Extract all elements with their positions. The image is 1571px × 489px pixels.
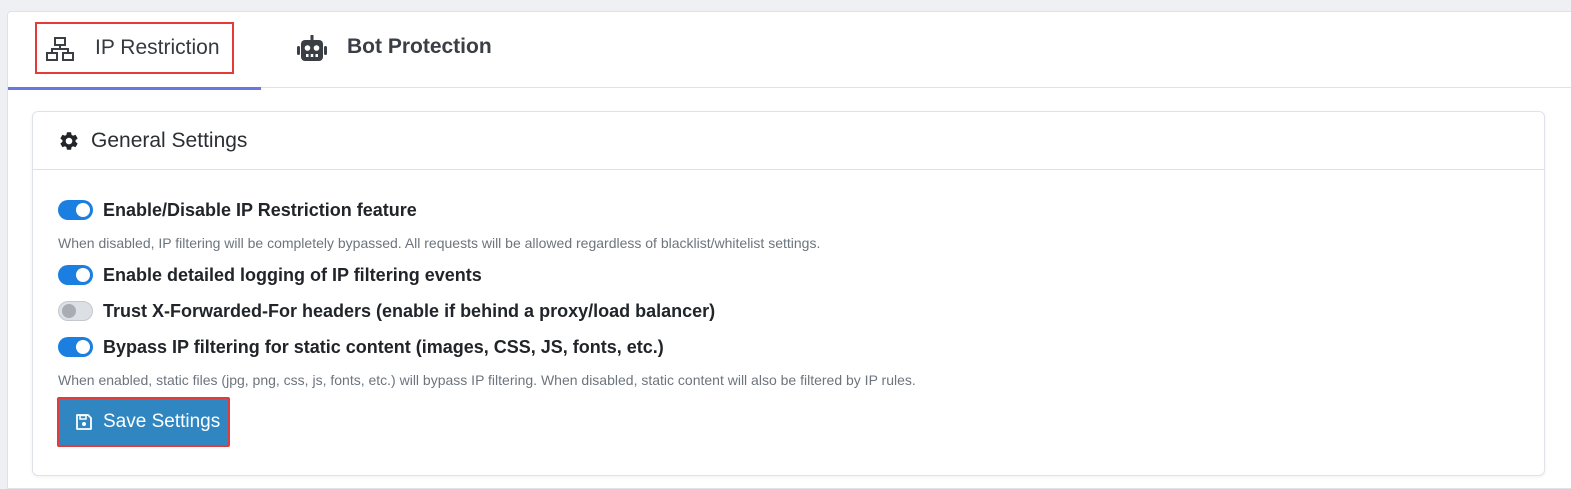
tab-bar: IP Restriction Bot Protection xyxy=(8,12,1571,90)
setting-enable-ip-restriction: Enable/Disable IP Restriction feature xyxy=(58,198,417,222)
setting-label: Enable/Disable IP Restriction feature xyxy=(103,199,417,220)
gear-icon xyxy=(58,130,80,157)
tab-ip-restriction-label: IP Restriction xyxy=(95,36,220,59)
setting-label: Bypass IP filtering for static content (… xyxy=(103,336,664,357)
setting-trust-x-forwarded-for: Trust X-Forwarded-For headers (enable if… xyxy=(58,299,715,323)
robot-icon xyxy=(296,35,328,68)
card-header: General Settings xyxy=(33,112,1544,170)
setting-detailed-logging: Enable detailed logging of IP filtering … xyxy=(58,263,482,287)
setting-help-text: When disabled, IP filtering will be comp… xyxy=(58,235,821,251)
setting-help-text: When enabled, static files (jpg, png, cs… xyxy=(58,372,916,388)
active-tab-indicator xyxy=(8,87,261,90)
toggle-knob xyxy=(76,203,90,217)
setting-label: Trust X-Forwarded-For headers (enable if… xyxy=(103,300,716,321)
network-icon xyxy=(46,36,74,67)
save-settings-label: Save Settings xyxy=(103,411,221,432)
setting-label: Enable detailed logging of IP filtering … xyxy=(103,264,482,285)
card-title: General Settings xyxy=(91,129,248,152)
trust-x-forwarded-for-toggle[interactable] xyxy=(58,301,93,321)
tab-bot-protection[interactable]: Bot Protection xyxy=(291,12,511,88)
settings-panel: IP Restriction Bot Protection General Se… xyxy=(7,11,1571,489)
tab-ip-restriction[interactable]: IP Restriction xyxy=(8,12,261,90)
tab-bot-protection-label: Bot Protection xyxy=(347,35,492,58)
toggle-knob xyxy=(76,268,90,282)
enable-ip-restriction-toggle[interactable] xyxy=(58,200,93,220)
toggle-knob xyxy=(62,304,76,318)
bypass-static-content-toggle[interactable] xyxy=(58,337,93,357)
general-settings-card: General Settings Enable/Disable IP Restr… xyxy=(32,111,1545,476)
setting-bypass-static-content: Bypass IP filtering for static content (… xyxy=(58,335,664,359)
save-settings-button[interactable]: Save Settings xyxy=(57,397,230,447)
floppy-disk-icon xyxy=(75,413,93,431)
detailed-logging-toggle[interactable] xyxy=(58,265,93,285)
toggle-knob xyxy=(76,340,90,354)
